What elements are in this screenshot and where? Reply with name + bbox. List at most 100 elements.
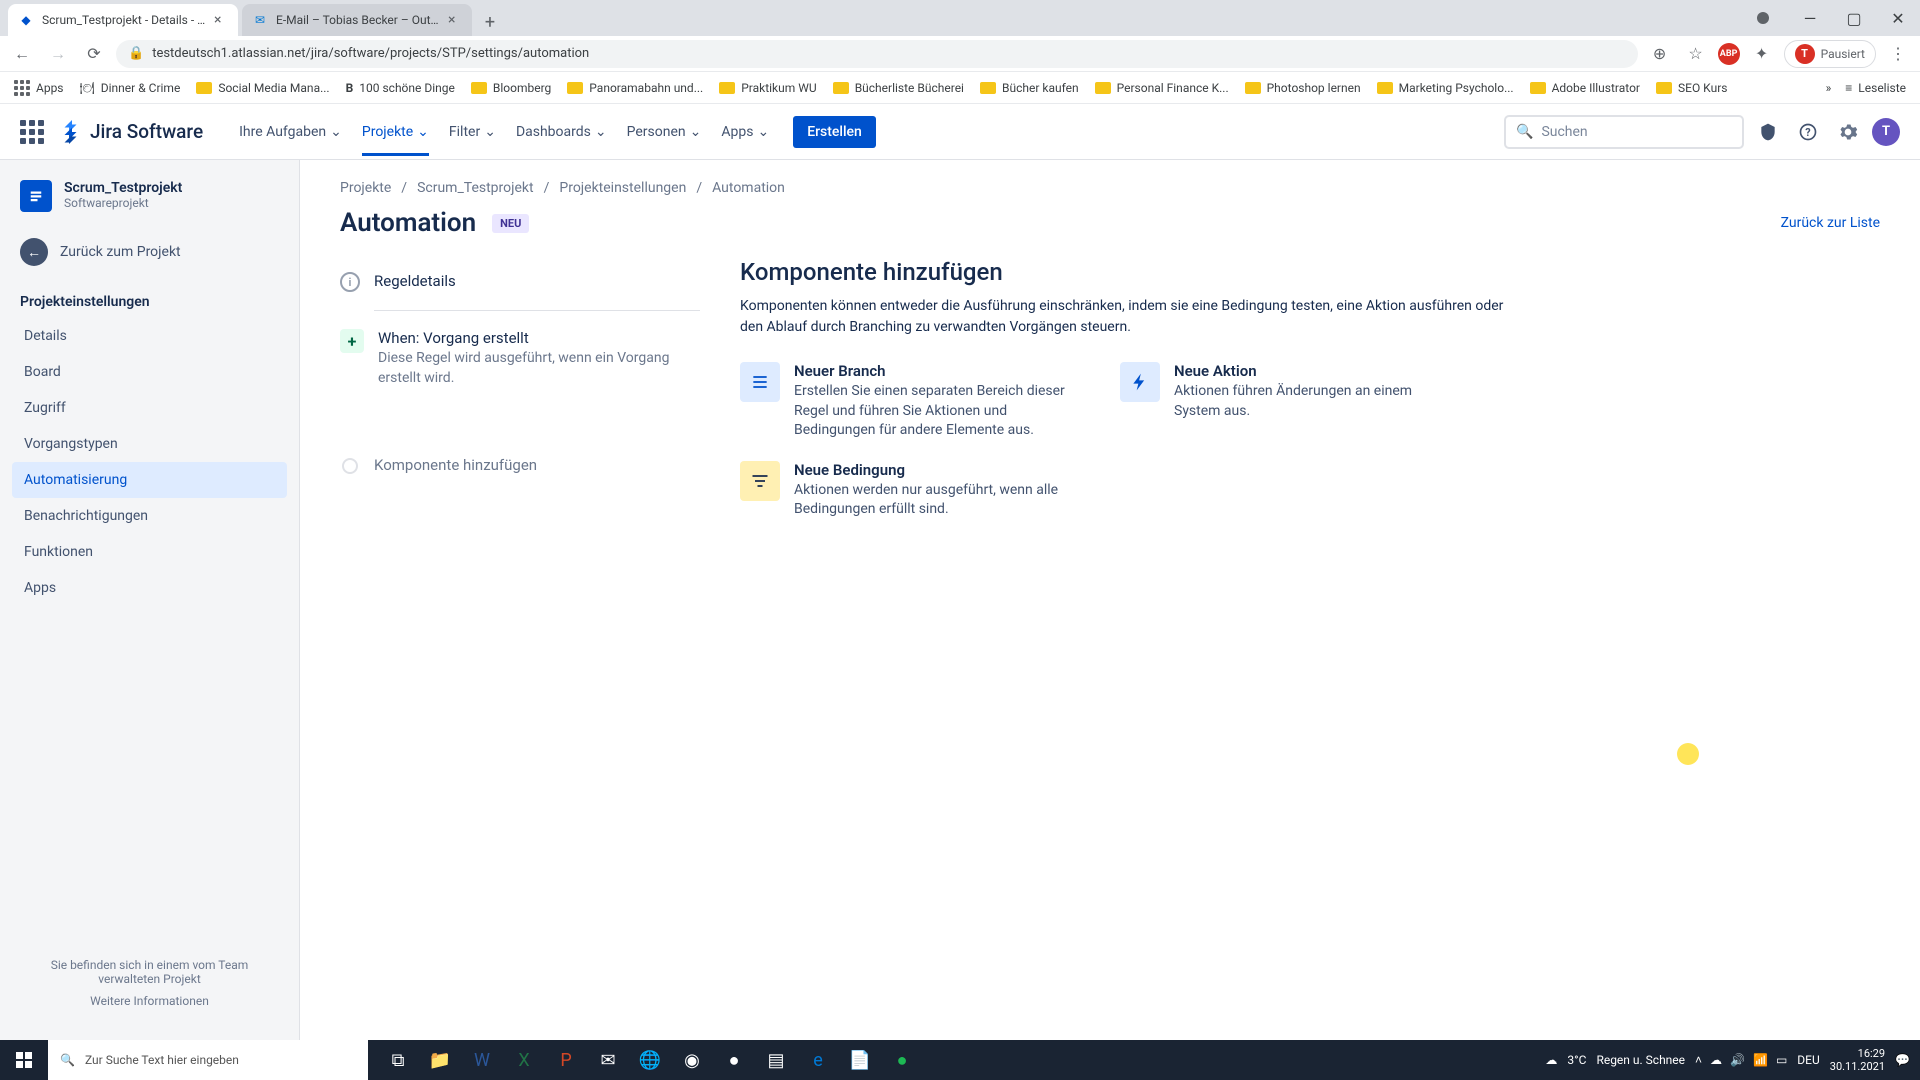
sidebar-item-issuetypes[interactable]: Vorgangstypen [12,426,287,462]
app-icon[interactable]: ▤ [756,1040,796,1080]
word-icon[interactable]: W [462,1040,502,1080]
address-bar[interactable]: 🔒 testdeutsch1.atlassian.net/jira/softwa… [116,40,1638,68]
option-new-branch[interactable]: Neuer BranchErstellen Sie einen separate… [740,362,1080,441]
bookmark-item[interactable]: Photoshop lernen [1239,77,1367,99]
browser-tab-active[interactable]: ◆ Scrum_Testprojekt - Details - Jira × [8,4,238,36]
bookmark-item[interactable]: Bloomberg [465,77,557,99]
excel-icon[interactable]: X [504,1040,544,1080]
divider [374,310,700,311]
system-tray[interactable]: ˄ ☁ 🔊 📶 ▭ [1695,1053,1787,1067]
bookmark-item[interactable]: Bücher kaufen [974,77,1085,99]
sidebar-item-notifications[interactable]: Benachrichtigungen [12,498,287,534]
obs-icon[interactable]: ◉ [672,1040,712,1080]
forward-button[interactable]: → [44,40,72,68]
app-icon[interactable]: ● [714,1040,754,1080]
back-to-project[interactable]: ← Zurück zum Projekt [12,228,287,276]
bookmark-item[interactable]: Panoramabahn und... [561,77,709,99]
search-input[interactable]: 🔍 Suchen [1504,115,1744,149]
nav-your-work[interactable]: Ihre Aufgaben⌄ [231,108,350,156]
language-indicator[interactable]: DEU [1797,1053,1819,1067]
explorer-icon[interactable]: 📁 [420,1040,460,1080]
create-button[interactable]: Erstellen [793,116,876,148]
back-to-list-link[interactable]: Zurück zur Liste [1781,215,1880,231]
notifications-tray-icon[interactable]: 💬 [1895,1053,1910,1067]
task-view-icon[interactable]: ⧉ [378,1040,418,1080]
nav-filters[interactable]: Filter⌄ [441,108,504,156]
back-button[interactable]: ← [8,40,36,68]
user-avatar[interactable]: T [1872,118,1900,146]
bookmark-star-icon[interactable]: ☆ [1682,40,1710,68]
kebab-menu-icon[interactable]: ⋮ [1884,40,1912,68]
mail-icon[interactable]: ✉ [588,1040,628,1080]
sidebar-item-board[interactable]: Board [12,354,287,390]
bookmark-item[interactable]: Adobe Illustrator [1524,77,1646,99]
adblock-icon[interactable]: ABP [1718,43,1740,65]
breadcrumb-item[interactable]: Projekteinstellungen [559,180,686,196]
spotify-icon[interactable]: ● [882,1040,922,1080]
nav-projects[interactable]: Projekte⌄ [354,108,437,156]
breadcrumb-item[interactable]: Automation [712,180,785,196]
reload-button[interactable]: ⟳ [80,40,108,68]
powerpoint-icon[interactable]: P [546,1040,586,1080]
app-switcher-icon[interactable] [20,120,44,144]
sidebar-footer-link[interactable]: Weitere Informationen [24,994,275,1008]
close-window-button[interactable]: ✕ [1876,0,1920,36]
option-new-action[interactable]: Neue AktionAktionen führen Änderungen an… [1120,362,1460,441]
bookmark-item[interactable]: SEO Kurs [1650,77,1733,99]
wifi-icon[interactable]: 📶 [1753,1053,1768,1067]
profile-chip[interactable]: T Pausiert [1784,40,1876,68]
sidebar-item-access[interactable]: Zugriff [12,390,287,426]
jira-logo[interactable]: Jira Software [60,120,203,144]
option-new-condition[interactable]: Neue BedingungAktionen werden nur ausgef… [740,461,1080,520]
rule-details-item[interactable]: Regeldetails [340,258,700,306]
apps-shortcut[interactable]: Apps [8,76,70,100]
weather-icon[interactable]: ☁ [1545,1053,1557,1067]
bookmark-item[interactable]: Bücherliste Bücherei [827,77,970,99]
bookmark-item[interactable]: B100 schöne Dinge [340,77,461,99]
zoom-icon[interactable]: ⊕ [1646,40,1674,68]
new-tab-button[interactable]: + [476,8,504,36]
browser-tab[interactable]: ✉ E-Mail – Tobias Becker – Outlook × [242,4,472,36]
settings-icon[interactable] [1832,116,1864,148]
bookmark-item[interactable]: Social Media Mana... [190,77,335,99]
sidebar-item-automation[interactable]: Automatisierung [12,462,287,498]
bookmark-item[interactable]: Marketing Psycholo... [1371,77,1520,99]
sidebar-item-features[interactable]: Funktionen [12,534,287,570]
nav-dashboards[interactable]: Dashboards⌄ [508,108,615,156]
project-header[interactable]: Scrum_Testprojekt Softwareprojekt [12,180,287,228]
extensions-icon[interactable]: ✦ [1748,40,1776,68]
folder-icon [833,82,849,94]
chevron-up-icon[interactable]: ˄ [1695,1053,1702,1067]
battery-icon[interactable]: ▭ [1776,1053,1787,1067]
clock[interactable]: 16:29 30.11.2021 [1830,1047,1885,1073]
url-text: testdeutsch1.atlassian.net/jira/software… [152,46,589,61]
minimize-button[interactable]: — [1788,0,1832,36]
bookmark-item[interactable]: Praktikum WU [713,77,822,99]
notepad-icon[interactable]: 📄 [840,1040,880,1080]
overflow-icon[interactable]: » [1826,81,1832,95]
maximize-button[interactable]: ▢ [1832,0,1876,36]
edge-icon[interactable]: e [798,1040,838,1080]
start-button[interactable] [0,1040,48,1080]
bookmark-item[interactable]: 🍽Dinner & Crime [74,77,187,99]
breadcrumb-item[interactable]: Projekte [340,180,391,196]
nav-people[interactable]: Personen⌄ [619,108,710,156]
close-icon[interactable]: × [214,13,228,27]
breadcrumb-item[interactable]: Scrum_Testprojekt [417,180,534,196]
taskbar-search[interactable]: 🔍 Zur Suche Text hier eingeben [48,1040,368,1080]
add-component-item[interactable]: Komponente hinzufügen [340,442,700,490]
help-icon[interactable]: ? [1792,116,1824,148]
close-icon[interactable]: × [448,13,462,27]
option-title: Neue Aktion [1174,362,1460,380]
nav-apps[interactable]: Apps⌄ [713,108,777,156]
sidebar-item-apps[interactable]: Apps [12,570,287,606]
reading-list[interactable]: ≡Leseliste [1839,77,1912,99]
chrome-icon[interactable]: 🌐 [630,1040,670,1080]
sidebar-item-details[interactable]: Details [12,318,287,354]
volume-icon[interactable]: 🔊 [1730,1053,1745,1067]
onedrive-icon[interactable]: ☁ [1710,1053,1722,1067]
bookmark-item[interactable]: Personal Finance K... [1089,77,1235,99]
rule-trigger-item[interactable]: + When: Vorgang erstellt Diese Regel wir… [340,315,700,402]
account-indicator[interactable] [1744,0,1788,36]
notifications-icon[interactable] [1752,116,1784,148]
